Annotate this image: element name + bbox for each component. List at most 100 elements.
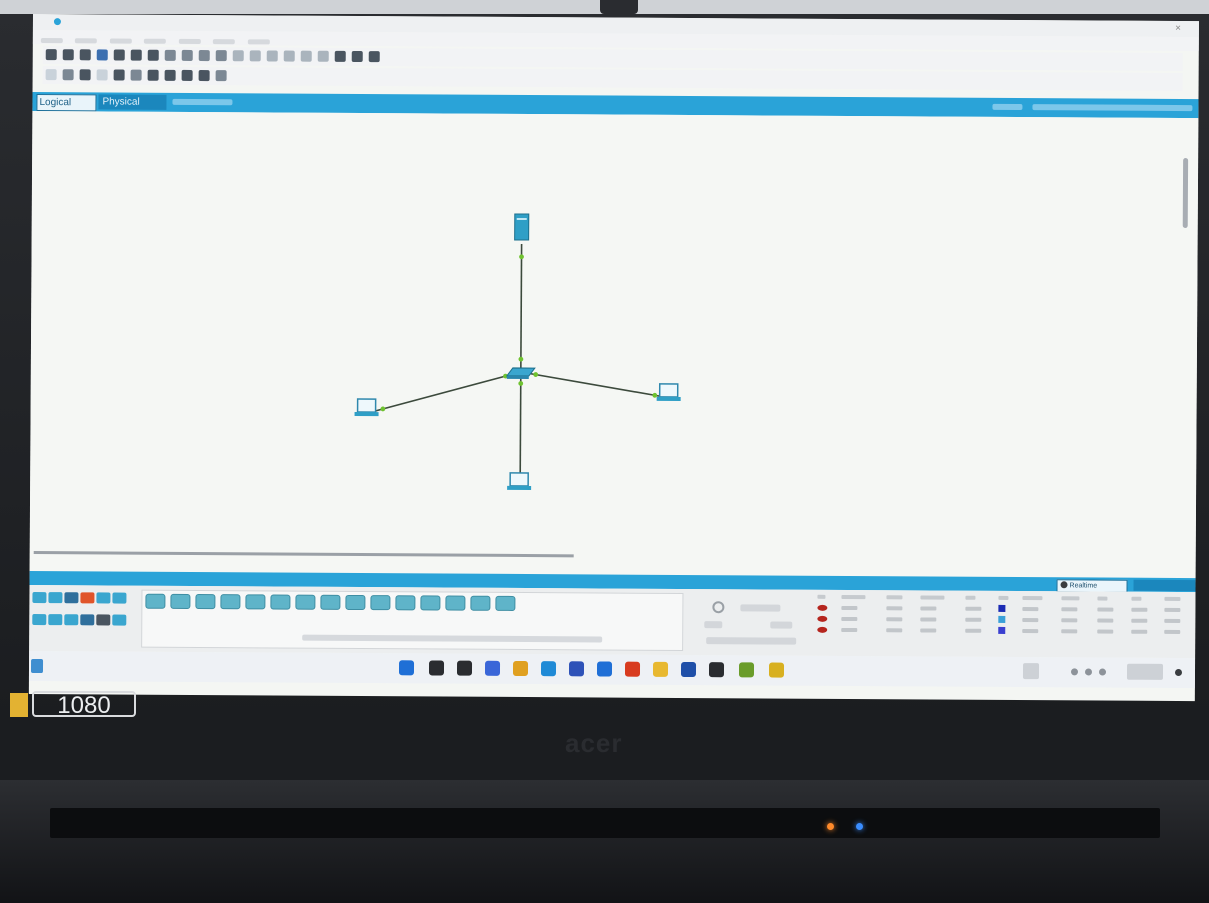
volume-icon[interactable] xyxy=(1084,668,1093,676)
device-model-icon[interactable] xyxy=(320,594,341,610)
fire-pdu-icon[interactable] xyxy=(817,626,828,633)
device-model-icon[interactable] xyxy=(470,595,491,611)
simulation-mode-tab[interactable] xyxy=(1133,579,1196,592)
device-model-icon[interactable] xyxy=(395,595,416,611)
toolbar-tool-icon[interactable] xyxy=(215,50,227,62)
link-server-switch[interactable] xyxy=(520,243,523,372)
device-type-icon[interactable] xyxy=(80,614,95,626)
viewport-controls[interactable] xyxy=(1032,104,1193,112)
notifications-icon[interactable] xyxy=(1174,668,1183,677)
widgets-icon[interactable] xyxy=(30,659,44,674)
toolbar-tool-icon[interactable] xyxy=(62,69,74,81)
chrome-icon[interactable] xyxy=(512,660,529,677)
file-explorer-icon[interactable] xyxy=(652,661,669,677)
device-type-icon[interactable] xyxy=(48,614,63,626)
window-close-icon[interactable]: × xyxy=(1175,23,1181,34)
device-type-icon[interactable] xyxy=(96,614,111,626)
toolbar-tool-icon[interactable] xyxy=(181,49,193,61)
clock-display[interactable] xyxy=(1126,663,1164,680)
device-pc-left[interactable] xyxy=(354,398,379,417)
toolbar-tool-icon[interactable] xyxy=(266,50,278,62)
dropbox-icon[interactable] xyxy=(708,662,725,678)
device-type-icon[interactable] xyxy=(32,592,47,604)
toolbar-tool-icon[interactable] xyxy=(232,50,244,62)
packet-tracer-icon[interactable] xyxy=(768,662,785,678)
network-icon[interactable] xyxy=(1070,668,1079,676)
toolbar-tool-icon[interactable] xyxy=(351,50,363,63)
device-model-icon[interactable] xyxy=(170,593,191,609)
office-icon[interactable] xyxy=(624,661,641,677)
pdu-fire-cell[interactable] xyxy=(814,625,838,636)
device-server[interactable] xyxy=(514,213,530,241)
device-type-icon[interactable] xyxy=(112,592,127,604)
workspace-vertical-scrollbar[interactable] xyxy=(1182,158,1189,229)
device-type-icon[interactable] xyxy=(48,592,63,604)
toolbar-tool-icon[interactable] xyxy=(96,69,108,81)
link-switch-pc-bottom[interactable] xyxy=(519,371,522,487)
toolbar-tool-icon[interactable] xyxy=(215,70,227,82)
device-type-icon[interactable] xyxy=(64,614,79,626)
scenario-select[interactable] xyxy=(740,604,781,612)
toolbar-tool-icon[interactable] xyxy=(96,49,108,61)
toolbar-tool-icon[interactable] xyxy=(147,69,159,81)
toolbar-tool-icon[interactable] xyxy=(198,70,210,82)
app-icon[interactable] xyxy=(680,661,697,678)
menu-item[interactable] xyxy=(75,38,98,44)
device-pc-bottom[interactable] xyxy=(507,472,532,491)
apps-icon[interactable] xyxy=(456,660,473,676)
device-model-icon[interactable] xyxy=(370,595,391,611)
menu-item[interactable] xyxy=(178,38,201,45)
pdu-fire-cell[interactable] xyxy=(814,614,838,625)
toolbar-tool-icon[interactable] xyxy=(113,69,125,81)
device-model-icon[interactable] xyxy=(420,595,441,611)
toolbar-tool-icon[interactable] xyxy=(45,69,57,81)
toolbar-tool-icon[interactable] xyxy=(113,49,125,61)
device-model-icon[interactable] xyxy=(445,595,466,611)
toolbar-tool-icon[interactable] xyxy=(130,49,142,61)
scenario-delete-button[interactable] xyxy=(770,621,793,629)
toolbar-tool-icon[interactable] xyxy=(45,49,57,61)
search-icon[interactable] xyxy=(428,660,445,676)
device-type-icon[interactable] xyxy=(32,614,47,626)
device-model-icon[interactable] xyxy=(220,594,241,610)
toolbar-tool-icon[interactable] xyxy=(62,49,74,61)
device-type-icon[interactable] xyxy=(80,592,95,604)
link-switch-pc-left[interactable] xyxy=(367,371,522,414)
device-model-icon[interactable] xyxy=(345,594,366,611)
store-icon[interactable] xyxy=(568,661,585,677)
toolbar-tool-icon[interactable] xyxy=(317,50,329,62)
edge-icon[interactable] xyxy=(540,661,557,677)
logical-workspace[interactable] xyxy=(29,110,1199,579)
toolbar-tool-icon[interactable] xyxy=(164,49,176,61)
pdu-fire-cell[interactable] xyxy=(814,603,838,614)
device-model-icon[interactable] xyxy=(195,594,216,610)
fire-pdu-icon[interactable] xyxy=(817,615,828,622)
device-model-icon[interactable] xyxy=(145,593,166,609)
device-model-icon[interactable] xyxy=(270,594,291,610)
toolbar-tool-icon[interactable] xyxy=(164,69,176,81)
chat-icon[interactable] xyxy=(484,660,501,676)
device-model-icon[interactable] xyxy=(495,595,516,611)
toggle-pdu-list-button[interactable] xyxy=(706,637,797,645)
toolbar-tool-icon[interactable] xyxy=(283,50,295,62)
menu-item[interactable] xyxy=(247,39,270,45)
mail-icon[interactable] xyxy=(596,661,613,677)
start-icon[interactable] xyxy=(398,660,415,676)
toolbar-tool-icon[interactable] xyxy=(300,50,312,62)
menu-item[interactable] xyxy=(109,38,132,44)
scenario-new-button[interactable] xyxy=(704,621,723,629)
device-type-icon[interactable] xyxy=(64,592,79,604)
tab-physical[interactable]: Physical xyxy=(98,94,167,110)
tab-logical[interactable]: Logical xyxy=(36,94,97,112)
device-pc-right[interactable] xyxy=(656,383,681,401)
device-type-icon[interactable] xyxy=(112,614,127,626)
fire-pdu-icon[interactable] xyxy=(817,604,828,611)
toolbar-tool-icon[interactable] xyxy=(334,50,346,62)
device-model-icon[interactable] xyxy=(245,594,266,610)
link-switch-pc-right[interactable] xyxy=(520,371,670,399)
toolbar-tool-icon[interactable] xyxy=(130,69,142,81)
device-type-icon[interactable] xyxy=(96,592,111,604)
toolbar-tool-icon[interactable] xyxy=(147,49,159,61)
toolbar-tool-icon[interactable] xyxy=(249,50,261,62)
menu-item[interactable] xyxy=(40,38,63,44)
